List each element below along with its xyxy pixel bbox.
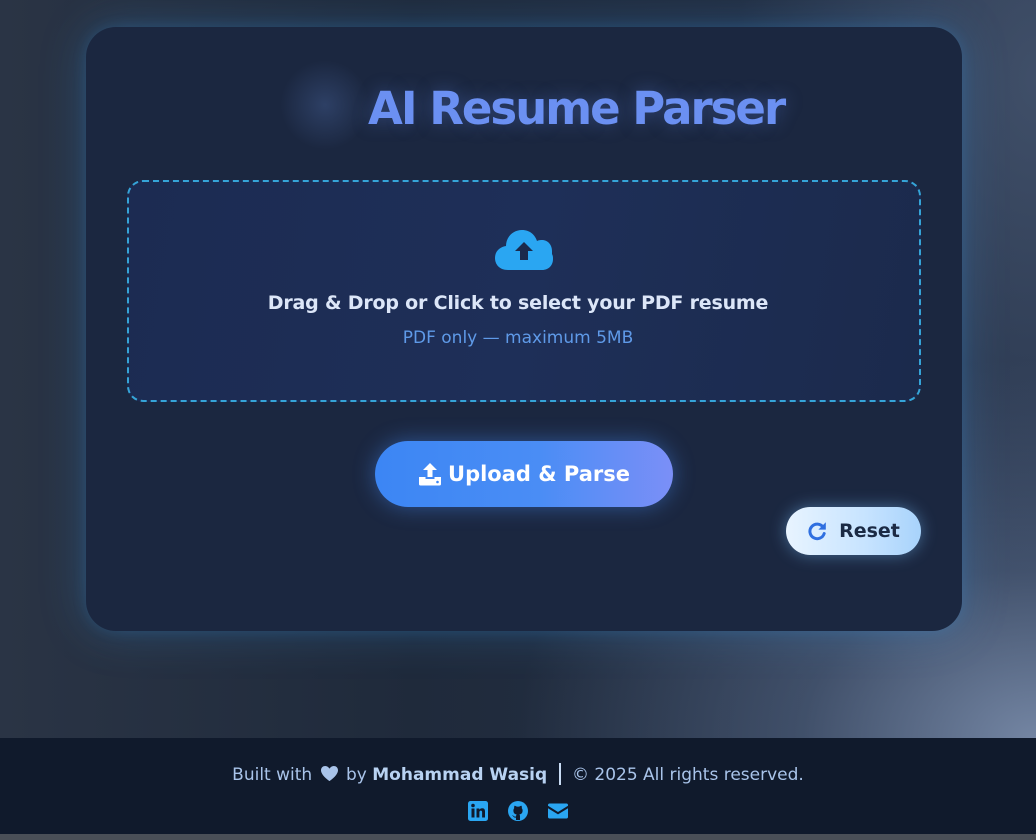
upload-parse-label: Upload & Parse xyxy=(448,462,630,486)
reset-label: Reset xyxy=(839,520,900,542)
cloud-upload-icon xyxy=(495,230,553,270)
upload-icon xyxy=(419,463,442,486)
github-icon[interactable] xyxy=(507,800,529,822)
linkedin-icon[interactable] xyxy=(467,800,489,822)
pdf-dropzone[interactable] xyxy=(127,180,921,402)
footer-built-with: Built with xyxy=(232,765,313,785)
title-glow xyxy=(280,60,370,150)
page-title: AI Resume Parser xyxy=(368,82,786,135)
site-footer: Built with by Mohammad Wasiq © 2025 All … xyxy=(0,738,1036,834)
reset-button[interactable]: Reset xyxy=(786,507,921,555)
heart-icon xyxy=(320,765,338,782)
bottom-strip xyxy=(0,834,1036,840)
dropzone-hint: PDF only — maximum 5MB xyxy=(402,328,634,348)
refresh-icon xyxy=(808,522,826,541)
footer-separator xyxy=(558,763,561,785)
dropzone-instruction: Drag & Drop or Click to select your PDF … xyxy=(267,292,769,314)
footer-copyright: © 2025 All rights reserved. xyxy=(571,765,804,785)
email-icon[interactable] xyxy=(547,800,569,822)
social-links xyxy=(0,800,1036,822)
footer-author: Mohammad Wasiq xyxy=(372,765,548,785)
footer-credit: Built with by Mohammad Wasiq © 2025 All … xyxy=(0,763,1036,785)
upload-parse-button[interactable]: Upload & Parse xyxy=(375,441,673,507)
footer-by: by xyxy=(346,765,367,785)
